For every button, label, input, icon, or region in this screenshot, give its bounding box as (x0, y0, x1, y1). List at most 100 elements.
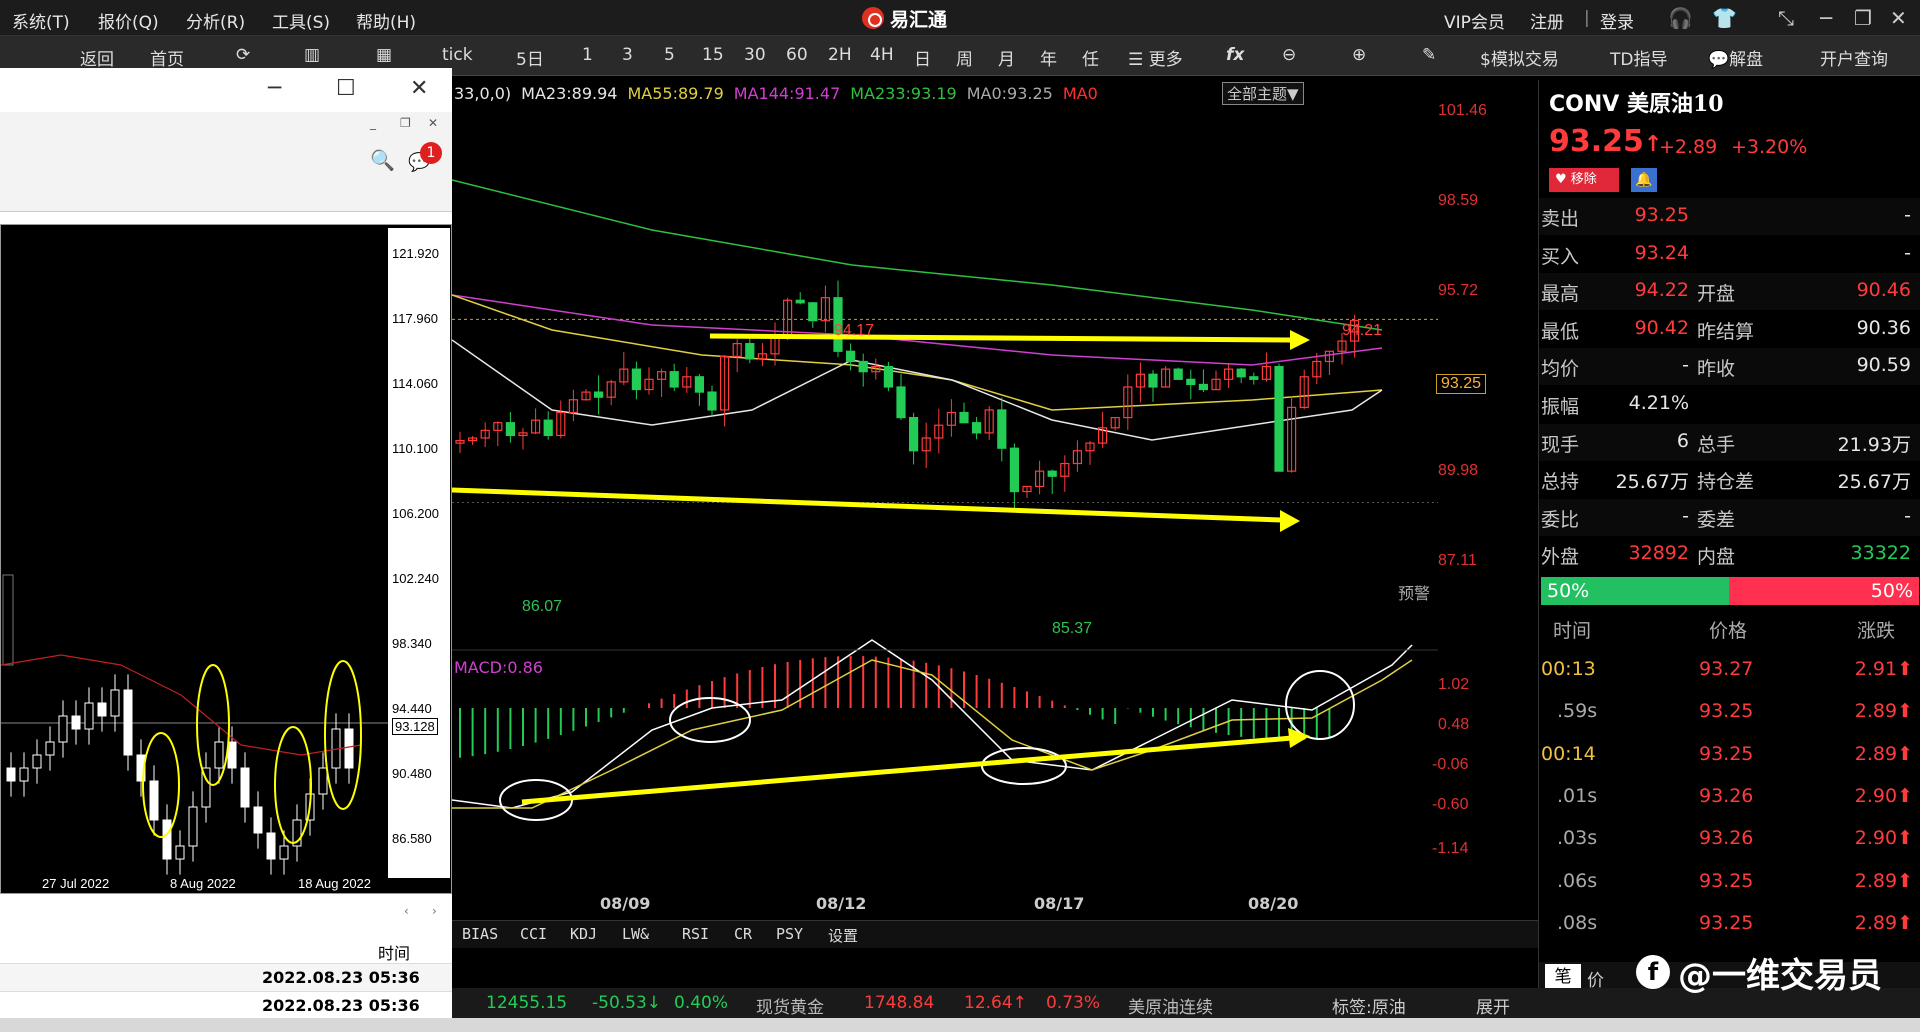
mt-maximize-icon[interactable]: ☐ (336, 76, 356, 101)
period-year[interactable]: 年 (1040, 45, 1057, 70)
search-icon[interactable]: 🔍 (370, 148, 395, 172)
mt-minimize-icon[interactable]: ─ (268, 76, 281, 101)
mt-scroll-handle (2, 574, 14, 666)
candle-body (1173, 368, 1183, 380)
minimize-icon[interactable]: ─ (1820, 6, 1832, 30)
more-button[interactable]: ☰ 更多 (1128, 45, 1183, 70)
mt-candle-body (6, 767, 16, 782)
scroll-right-icon[interactable]: › (432, 904, 437, 918)
draw-pen-icon[interactable]: ✎ (1422, 45, 1436, 65)
menu-quote[interactable]: 报价(Q) (98, 8, 159, 33)
candle-body (1236, 368, 1246, 378)
tab-cci[interactable]: CCI (520, 925, 547, 943)
low-label-2: 85.37 (1052, 620, 1093, 637)
table-row[interactable]: 2022.08.23 05:36 (0, 992, 452, 1020)
chart-icon[interactable]: ▥ (304, 45, 320, 65)
mt-tick-7: 98.340 (392, 636, 432, 651)
shrink-icon[interactable]: ⤡ (1778, 6, 1794, 30)
tab-rsi[interactable]: RSI (682, 925, 709, 943)
axis-price-2: 98.59 (1438, 192, 1479, 209)
buy-ratio-bar: 50% (1541, 577, 1729, 605)
restore-icon[interactable]: ❐ (1854, 6, 1872, 30)
period-4h[interactable]: 4H (870, 45, 894, 65)
mt-close-icon[interactable]: ✕ (410, 76, 428, 101)
status-value-7: 0.73% (1046, 993, 1101, 1013)
scroll-left-icon[interactable]: ‹ (404, 904, 409, 918)
quote-row: 卖出 93.25- (1539, 198, 1920, 235)
period-5day[interactable]: 5日 (516, 45, 544, 70)
menu-tools[interactable]: 工具(S) (272, 8, 330, 33)
period-30[interactable]: 30 (744, 45, 766, 65)
tab-trades[interactable]: 笔 (1545, 964, 1581, 990)
mt-date-1: 27 Jul 2022 (42, 876, 110, 891)
resistance-arrow (709, 333, 1293, 343)
mt-sub-restore-icon[interactable]: ❐ (400, 116, 411, 130)
refresh-icon[interactable]: ⟳ (236, 45, 250, 65)
remove-watch-button[interactable]: ♥ 移除 (1549, 168, 1619, 192)
period-month[interactable]: 月 (998, 45, 1015, 70)
fx-button[interactable]: fx (1226, 45, 1244, 65)
mt-sub-minimize-icon[interactable]: _ (370, 116, 376, 130)
candle-body (631, 368, 641, 391)
sell-ratio-bar: 50% (1729, 577, 1919, 605)
menu-system[interactable]: 系统(T) (12, 8, 70, 33)
candle-body (745, 343, 755, 360)
period-week[interactable]: 周 (956, 45, 973, 70)
period-2h[interactable]: 2H (828, 45, 852, 65)
mt-tick-2: 117.960 (392, 311, 439, 326)
menu-analysis[interactable]: 分析(R) (186, 8, 245, 33)
bell-icon[interactable]: 🔔 (1631, 168, 1657, 192)
period-60[interactable]: 60 (786, 45, 808, 65)
support-arrowhead (1280, 510, 1300, 532)
tab-bias[interactable]: BIAS (462, 925, 498, 943)
mt-candle-body (162, 819, 172, 860)
period-custom[interactable]: 任 (1082, 45, 1099, 70)
message-badge: 1 (420, 142, 442, 164)
status-value-6: 12.64↑ (964, 993, 1027, 1013)
main-candlestick-chart[interactable]: 33,0,0) MA23:89.94 MA55:89.79 MA144:91.47 MA… (452, 80, 1538, 920)
period-day[interactable]: 日 (914, 45, 931, 70)
menu-help[interactable]: 帮助(H) (356, 8, 416, 33)
tick-button[interactable]: tick (442, 45, 473, 65)
high-label-1: 94.17 (834, 322, 875, 339)
list-item: .01s 93.26 2.90⬆ (1557, 784, 1913, 807)
sim-trade-button[interactable]: $模拟交易 (1480, 45, 1559, 70)
register-link[interactable]: 注册 (1530, 8, 1564, 33)
period-15[interactable]: 15 (702, 45, 724, 65)
bars-icon[interactable]: ▦ (376, 45, 392, 65)
status-gold-label[interactable]: 现货黄金 (756, 993, 824, 1018)
tab-kdj[interactable]: KDJ (570, 925, 597, 943)
login-link[interactable]: 登录 (1600, 8, 1634, 33)
vip-link[interactable]: VIP会员 (1444, 8, 1505, 33)
macd-label: MACD:0.86 (454, 658, 543, 677)
period-3[interactable]: 3 (622, 45, 633, 65)
mt-sub-close-icon[interactable]: ✕ (428, 116, 438, 130)
account-query-button[interactable]: 开户查询 (1820, 45, 1888, 70)
app-logo-icon (862, 7, 884, 29)
tab-cr[interactable]: CR (734, 925, 752, 943)
headset-icon[interactable]: 🎧 (1668, 6, 1693, 30)
mt-tick-4: 110.100 (392, 441, 439, 456)
explain-button[interactable]: 💬解盘 (1708, 45, 1763, 70)
close-icon[interactable]: ✕ (1890, 6, 1907, 30)
tab-lw[interactable]: LW& (622, 925, 649, 943)
table-row[interactable]: 2022.08.23 05:36 (0, 964, 452, 992)
alert-label[interactable]: 预警 (1398, 580, 1430, 604)
tab-settings[interactable]: 设置 (828, 925, 858, 946)
axis-price-3: 95.72 (1438, 282, 1479, 299)
tab-psy[interactable]: PSY (776, 925, 803, 943)
td-guide-button[interactable]: TD指导 (1610, 45, 1667, 70)
back-button[interactable]: 返回 (80, 45, 114, 70)
period-1[interactable]: 1 (582, 45, 593, 65)
expand-button[interactable]: 展开 (1476, 993, 1510, 1018)
quote-row: 最低 90.42 昨结算 90.36 (1541, 316, 1911, 343)
period-5[interactable]: 5 (664, 45, 675, 65)
zoom-in-icon[interactable]: ⊕ (1352, 45, 1366, 65)
status-oil-label[interactable]: 美原油连续 (1128, 993, 1213, 1018)
mt-current-price: 93.128 (392, 718, 438, 735)
tag-label: 标签:原油 (1332, 998, 1406, 1018)
home-button[interactable]: 首页 (150, 45, 184, 70)
shirt-icon[interactable]: 👕 (1712, 6, 1737, 30)
zoom-out-icon[interactable]: ⊖ (1282, 45, 1296, 65)
mt-candle-chart[interactable] (0, 224, 452, 894)
